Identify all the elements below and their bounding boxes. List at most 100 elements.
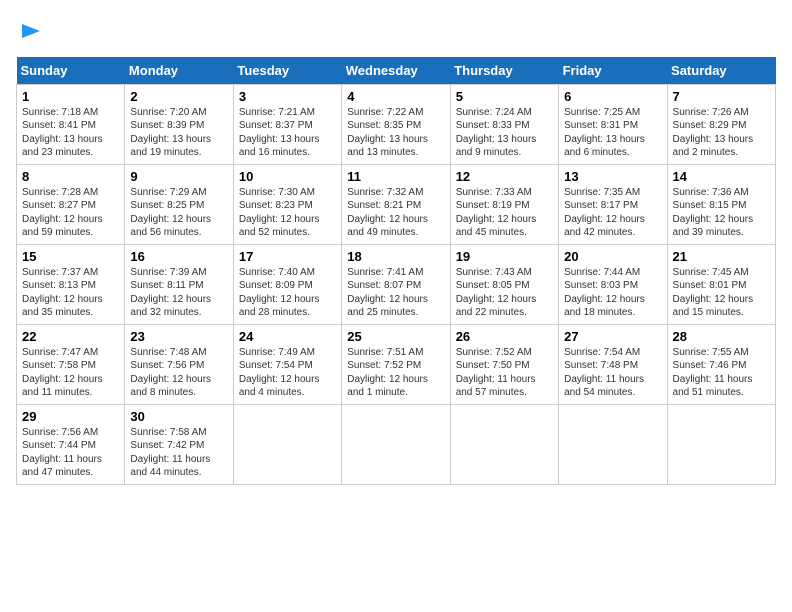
page-header [16,16,776,47]
day-number: 1 [22,89,119,104]
week-row-1: 1 Sunrise: 7:18 AM Sunset: 8:41 PM Daylig… [17,84,776,164]
day-info: Sunrise: 7:47 AM Sunset: 7:58 PM Dayligh… [22,346,119,400]
day-number: 30 [130,409,227,424]
calendar-cell: 14 Sunrise: 7:36 AM Sunset: 8:15 PM Dayli… [667,164,775,244]
logo [16,16,42,47]
day-number: 19 [456,249,553,264]
day-info: Sunrise: 7:51 AM Sunset: 7:52 PM Dayligh… [347,346,444,400]
calendar-cell: 9 Sunrise: 7:29 AM Sunset: 8:25 PM Daylig… [125,164,233,244]
day-number: 22 [22,329,119,344]
day-number: 14 [673,169,770,184]
calendar-cell: 13 Sunrise: 7:35 AM Sunset: 8:17 PM Dayli… [559,164,667,244]
day-info: Sunrise: 7:58 AM Sunset: 7:42 PM Dayligh… [130,426,227,480]
day-number: 25 [347,329,444,344]
calendar-cell: 25 Sunrise: 7:51 AM Sunset: 7:52 PM Dayli… [342,324,450,404]
day-number: 7 [673,89,770,104]
calendar-cell: 15 Sunrise: 7:37 AM Sunset: 8:13 PM Dayli… [17,244,125,324]
col-header-tuesday: Tuesday [233,57,341,85]
day-info: Sunrise: 7:54 AM Sunset: 7:48 PM Dayligh… [564,346,661,400]
calendar-cell: 1 Sunrise: 7:18 AM Sunset: 8:41 PM Daylig… [17,84,125,164]
day-number: 12 [456,169,553,184]
calendar-cell [667,404,775,484]
week-row-4: 22 Sunrise: 7:47 AM Sunset: 7:58 PM Dayli… [17,324,776,404]
day-info: Sunrise: 7:55 AM Sunset: 7:46 PM Dayligh… [673,346,770,400]
day-number: 3 [239,89,336,104]
col-header-thursday: Thursday [450,57,558,85]
day-number: 27 [564,329,661,344]
day-info: Sunrise: 7:24 AM Sunset: 8:33 PM Dayligh… [456,106,553,160]
day-info: Sunrise: 7:30 AM Sunset: 8:23 PM Dayligh… [239,186,336,240]
calendar-cell: 5Sunrise: 7:24 AM Sunset: 8:33 PM Daylig… [450,84,558,164]
calendar-cell: 16 Sunrise: 7:39 AM Sunset: 8:11 PM Dayli… [125,244,233,324]
day-number: 29 [22,409,119,424]
day-number: 24 [239,329,336,344]
calendar-cell: 8 Sunrise: 7:28 AM Sunset: 8:27 PM Daylig… [17,164,125,244]
week-row-2: 8 Sunrise: 7:28 AM Sunset: 8:27 PM Daylig… [17,164,776,244]
day-info: Sunrise: 7:49 AM Sunset: 7:54 PM Dayligh… [239,346,336,400]
calendar-cell: 7 Sunrise: 7:26 AM Sunset: 8:29 PM Daylig… [667,84,775,164]
day-number: 2 [130,89,227,104]
day-number: 26 [456,329,553,344]
day-number: 18 [347,249,444,264]
day-info: Sunrise: 7:41 AM Sunset: 8:07 PM Dayligh… [347,266,444,320]
day-info: Sunrise: 7:36 AM Sunset: 8:15 PM Dayligh… [673,186,770,240]
day-info: Sunrise: 7:26 AM Sunset: 8:29 PM Dayligh… [673,106,770,160]
day-info: Sunrise: 7:29 AM Sunset: 8:25 PM Dayligh… [130,186,227,240]
day-info: Sunrise: 7:32 AM Sunset: 8:21 PM Dayligh… [347,186,444,240]
calendar-cell: 4 Sunrise: 7:22 AM Sunset: 8:35 PM Daylig… [342,84,450,164]
calendar-cell: 27 Sunrise: 7:54 AM Sunset: 7:48 PM Dayli… [559,324,667,404]
week-row-3: 15 Sunrise: 7:37 AM Sunset: 8:13 PM Dayli… [17,244,776,324]
day-info: Sunrise: 7:48 AM Sunset: 7:56 PM Dayligh… [130,346,227,400]
day-number: 13 [564,169,661,184]
calendar-cell: 24 Sunrise: 7:49 AM Sunset: 7:54 PM Dayli… [233,324,341,404]
col-header-wednesday: Wednesday [342,57,450,85]
day-info: Sunrise: 7:39 AM Sunset: 8:11 PM Dayligh… [130,266,227,320]
day-number: 6 [564,89,661,104]
day-info: Sunrise: 7:28 AM Sunset: 8:27 PM Dayligh… [22,186,119,240]
day-info: Sunrise: 7:21 AM Sunset: 8:37 PM Dayligh… [239,106,336,160]
day-info: Sunrise: 7:43 AM Sunset: 8:05 PM Dayligh… [456,266,553,320]
day-number: 23 [130,329,227,344]
col-header-friday: Friday [559,57,667,85]
day-info: Sunrise: 7:56 AM Sunset: 7:44 PM Dayligh… [22,426,119,480]
calendar-cell: 21 Sunrise: 7:45 AM Sunset: 8:01 PM Dayli… [667,244,775,324]
day-number: 17 [239,249,336,264]
day-number: 16 [130,249,227,264]
calendar-cell [342,404,450,484]
day-number: 9 [130,169,227,184]
day-info: Sunrise: 7:52 AM Sunset: 7:50 PM Dayligh… [456,346,553,400]
calendar-cell [450,404,558,484]
calendar-cell: 20Sunrise: 7:44 AM Sunset: 8:03 PM Dayli… [559,244,667,324]
day-number: 11 [347,169,444,184]
day-info: Sunrise: 7:22 AM Sunset: 8:35 PM Dayligh… [347,106,444,160]
calendar-cell: 3 Sunrise: 7:21 AM Sunset: 8:37 PM Daylig… [233,84,341,164]
day-info: Sunrise: 7:35 AM Sunset: 8:17 PM Dayligh… [564,186,661,240]
day-number: 15 [22,249,119,264]
calendar-header-row: SundayMondayTuesdayWednesdayThursdayFrid… [17,57,776,85]
calendar-cell: 28 Sunrise: 7:55 AM Sunset: 7:46 PM Dayli… [667,324,775,404]
day-info: Sunrise: 7:25 AM Sunset: 8:31 PM Dayligh… [564,106,661,160]
calendar-cell: 23 Sunrise: 7:48 AM Sunset: 7:56 PM Dayli… [125,324,233,404]
day-info: Sunrise: 7:33 AM Sunset: 8:19 PM Dayligh… [456,186,553,240]
calendar-cell: 11 Sunrise: 7:32 AM Sunset: 8:21 PM Dayli… [342,164,450,244]
calendar-cell: 26 Sunrise: 7:52 AM Sunset: 7:50 PM Dayli… [450,324,558,404]
day-info: Sunrise: 7:20 AM Sunset: 8:39 PM Dayligh… [130,106,227,160]
day-info: Sunrise: 7:45 AM Sunset: 8:01 PM Dayligh… [673,266,770,320]
day-info: Sunrise: 7:18 AM Sunset: 8:41 PM Dayligh… [22,106,119,160]
day-number: 4 [347,89,444,104]
logo-icon [20,20,42,42]
col-header-saturday: Saturday [667,57,775,85]
calendar-cell: 19 Sunrise: 7:43 AM Sunset: 8:05 PM Dayli… [450,244,558,324]
calendar-cell: 17 Sunrise: 7:40 AM Sunset: 8:09 PM Dayli… [233,244,341,324]
day-number: 10 [239,169,336,184]
day-info: Sunrise: 7:40 AM Sunset: 8:09 PM Dayligh… [239,266,336,320]
calendar-cell [233,404,341,484]
day-info: Sunrise: 7:37 AM Sunset: 8:13 PM Dayligh… [22,266,119,320]
day-number: 21 [673,249,770,264]
day-number: 20 [564,249,661,264]
calendar-cell: 10 Sunrise: 7:30 AM Sunset: 8:23 PM Dayli… [233,164,341,244]
calendar-cell: 6 Sunrise: 7:25 AM Sunset: 8:31 PM Daylig… [559,84,667,164]
calendar-cell: 12 Sunrise: 7:33 AM Sunset: 8:19 PM Dayli… [450,164,558,244]
day-number: 28 [673,329,770,344]
day-number: 8 [22,169,119,184]
